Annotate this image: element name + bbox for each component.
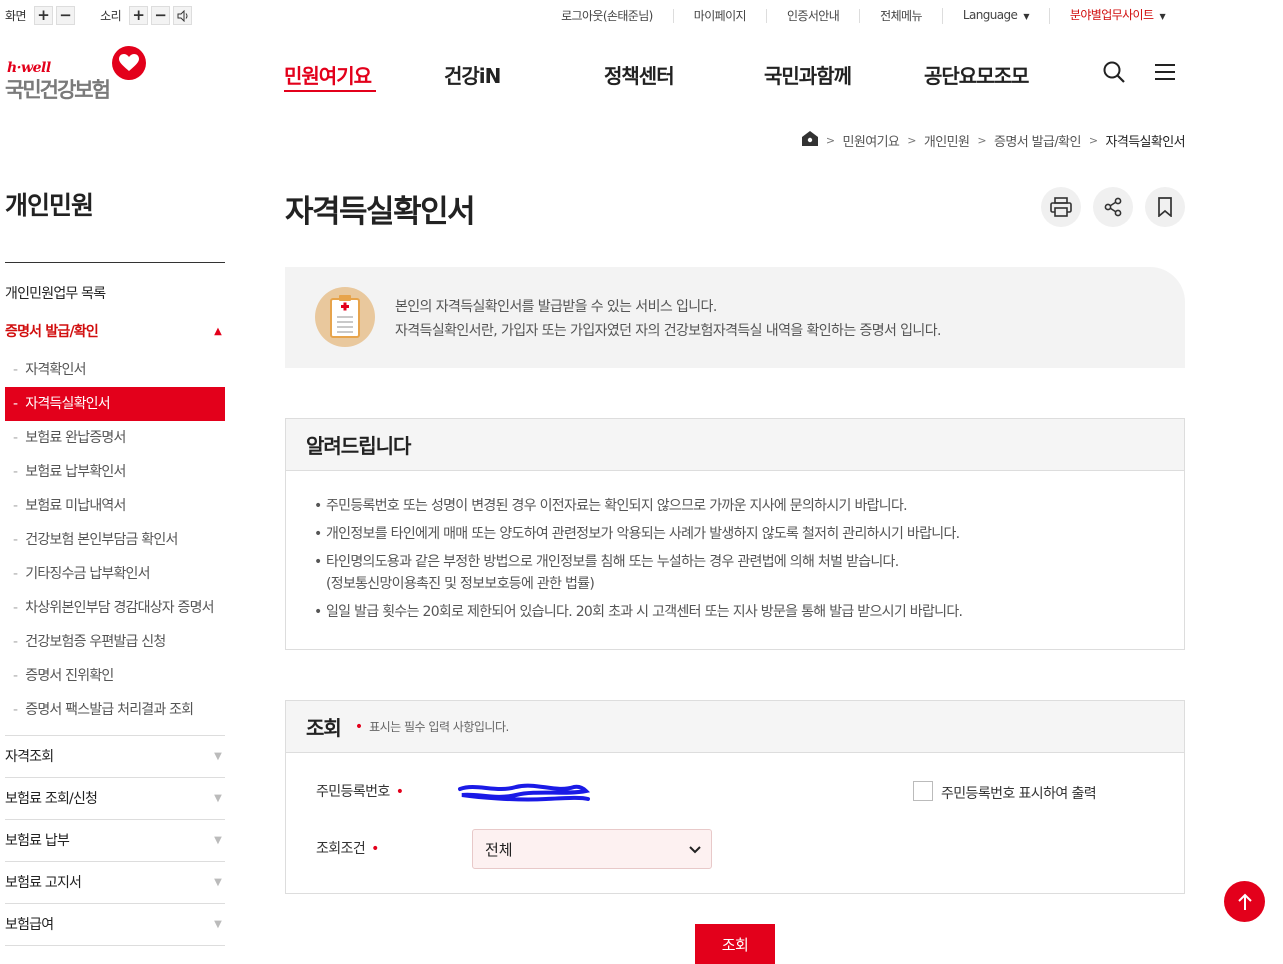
chevron-right-icon: > [1088,134,1098,147]
sidebar-title: 개인민원 [5,191,94,220]
triangle-down-icon: ▼ [214,751,222,762]
arrow-up-icon [1237,893,1252,910]
sidebar-subitem[interactable]: - 건강보험증 우편발급 신청 [5,625,225,659]
notice-item: 일일 발급 횟수는 20회로 제한되어 있습니다. 20회 초과 시 고객센터 … [314,601,1184,623]
sidebar-subitem[interactable]: - 차상위본인부담 경감대상자 증명서 [5,591,225,625]
required-dot-icon: • [354,718,364,735]
sidebar-subitem[interactable]: - 보험료 납부확인서 [5,455,225,489]
share-icon[interactable] [1093,187,1133,227]
notice-box: 알려드립니다 주민등록번호 또는 성명이 변경된 경우 이전자료는 확인되지 않… [285,418,1185,650]
zoom-out-button[interactable]: − [56,6,76,25]
rrn-masked-value [456,781,592,803]
gnb-policy-center[interactable]: 정책센터 [604,60,675,89]
sidebar-subitem[interactable]: - 증명서 진위확인 [5,659,225,693]
breadcrumb-item[interactable]: 증명서 발급/확인 [994,131,1081,150]
breadcrumb: > 민원여기요 > 개인민원 > 증명서 발급/확인 > 자격득실확인서 [801,131,1186,150]
certificate-guide-link[interactable]: 인증서안내 [765,9,859,23]
home-icon[interactable] [801,131,818,150]
sidebar-menu: 개인민원업무 목록 증명서 발급/확인 ▲ - 자격확인서 - 자격득실확인서 -보… [5,277,225,946]
notice-header: 알려드립니다 [286,419,1184,471]
caret-down-icon: ▼ [1023,12,1029,21]
notice-item: 개인정보를 타인에게 매매 또는 양도하여 관련정보가 악용되는 사례가 발생하… [314,523,1184,545]
sidebar-divider [5,262,225,263]
search-icon[interactable] [1102,60,1126,84]
menu-icon[interactable] [1153,60,1177,84]
business-sites-select[interactable]: 분야별업무사이트 ▼ [1048,8,1185,24]
logo-name: 국민건강보험 [5,78,111,102]
sidebar-group[interactable]: 보험료 납부 ▼ [5,820,225,862]
sidebar-subitem[interactable]: - 자격확인서 [5,353,225,387]
breadcrumb-item[interactable]: 민원여기요 [842,131,899,150]
intro-description: 본인의 자격득실확인서를 발급받을 수 있는 서비스 입니다. 자격득실확인서란… [395,299,941,339]
query-header: 조회 • 표시는 필수 입력 사항입니다. [286,701,1184,753]
condition-select[interactable]: 전체 [472,829,712,869]
service-intro-box: 본인의 자격득실확인서를 발급받을 수 있는 서비스 입니다. 자격득실확인서란… [285,267,1185,368]
triangle-down-icon: ▼ [214,919,222,930]
rrn-label: 주민등록번호 • [316,784,404,800]
chevron-right-icon: > [977,134,986,147]
zoom-in-button[interactable]: + [34,6,54,25]
gnb-active-underline [284,90,376,92]
sidebar-subitem[interactable]: - 보험료 미납내역서 [5,489,225,523]
all-menu-link[interactable]: 전체메뉴 [859,9,942,23]
sidebar-subitem[interactable]: - 기타징수금 납부확인서 [5,557,225,591]
query-form: 조회 • 표시는 필수 입력 사항입니다. 주민등록번호 • 주민등록번호 표시하… [285,700,1185,894]
gnb-with-citizens[interactable]: 국민과함께 [764,60,852,89]
triangle-down-icon: ▼ [214,835,222,846]
page-title: 자격득실확인서 [285,194,476,230]
show-rrn-checkbox[interactable] [913,781,933,801]
sidebar-item-civil-list[interactable]: 개인민원업무 목록 [5,277,225,311]
sidebar-group[interactable]: 보험료 고지서 ▼ [5,862,225,904]
triangle-up-icon: ▲ [214,326,222,337]
volume-down-button[interactable]: − [151,6,171,25]
heart-logo-icon [112,46,146,80]
triangle-down-icon: ▼ [214,793,222,804]
sidebar-subitem[interactable]: - 보험료 완납증명서 [5,421,225,455]
utility-links: 로그아웃(손태준님) 마이페이지 인증서안내 전체메뉴 Language ▼ 분야… [541,8,1185,24]
breadcrumb-item[interactable]: 개인민원 [924,131,970,150]
screen-zoom-label: 화면 [5,9,27,23]
volume-up-button[interactable]: + [129,6,149,25]
speaker-icon[interactable] [173,6,193,25]
sound-label: 소리 [100,9,122,23]
sidebar-subitem[interactable]: - 증명서 팩스발급 처리결과 조회 [5,693,225,736]
document-icon [315,287,375,347]
bookmark-icon[interactable] [1145,187,1185,227]
logout-link[interactable]: 로그아웃(손태준님) [541,9,673,23]
scroll-top-button[interactable] [1224,881,1265,922]
notice-item-law: (정보통신망이용촉진 및 정보보호등에 관한 법률) [326,576,595,592]
sidebar-subitem-active[interactable]: - 자격득실확인서 [5,387,225,421]
sidebar-subitem[interactable]: - 건강보험 본인부담금 확인서 [5,523,225,557]
sidebar-group[interactable]: 자격조회 ▼ [5,736,225,778]
notice-list: 주민등록번호 또는 성명이 변경된 경우 이전자료는 확인되지 않으므로 가까운… [286,471,1184,623]
chevron-right-icon: > [825,134,835,147]
sidebar-group[interactable]: 보험료 조회/신청 ▼ [5,778,225,820]
mypage-link[interactable]: 마이페이지 [672,9,766,23]
breadcrumb-current: 자격득실확인서 [1105,135,1185,150]
gnb-civil-service[interactable]: 민원여기요 [284,60,372,89]
caret-down-icon: ▼ [1159,12,1165,21]
chevron-down-icon [689,840,701,858]
gnb-health-in[interactable]: 건강iN [444,60,501,89]
query-title: 조회 [306,716,342,740]
gnb-corporation-info[interactable]: 공단요모조모 [924,60,1029,89]
notice-item: 타인명의도용과 같은 부정한 방법으로 개인정보를 침해 또는 누설하는 경우 … [314,551,1184,595]
sidebar-group[interactable]: 보험급여 ▼ [5,904,225,946]
search-submit-button[interactable]: 조회 [695,924,775,964]
required-dot-icon: • [371,841,379,857]
notice-title: 알려드립니다 [306,434,411,458]
language-select[interactable]: Language ▼ [941,8,1049,24]
chevron-right-icon: > [907,134,916,147]
required-note: 표시는 필수 입력 사항입니다. [369,720,509,734]
font-size-controls: 화면 + − 소리 + − [5,6,195,25]
sidebar-group-certificates[interactable]: 증명서 발급/확인 ▲ [5,311,225,353]
print-icon[interactable] [1041,187,1081,227]
condition-label: 조회조건 • [316,841,379,857]
required-dot-icon: • [395,784,404,800]
show-rrn-checkbox-label[interactable]: 주민등록번호 표시하여 출력 [941,783,1097,803]
notice-item: 주민등록번호 또는 성명이 변경된 경우 이전자료는 확인되지 않으므로 가까운… [314,495,1184,517]
triangle-down-icon: ▼ [214,877,222,888]
